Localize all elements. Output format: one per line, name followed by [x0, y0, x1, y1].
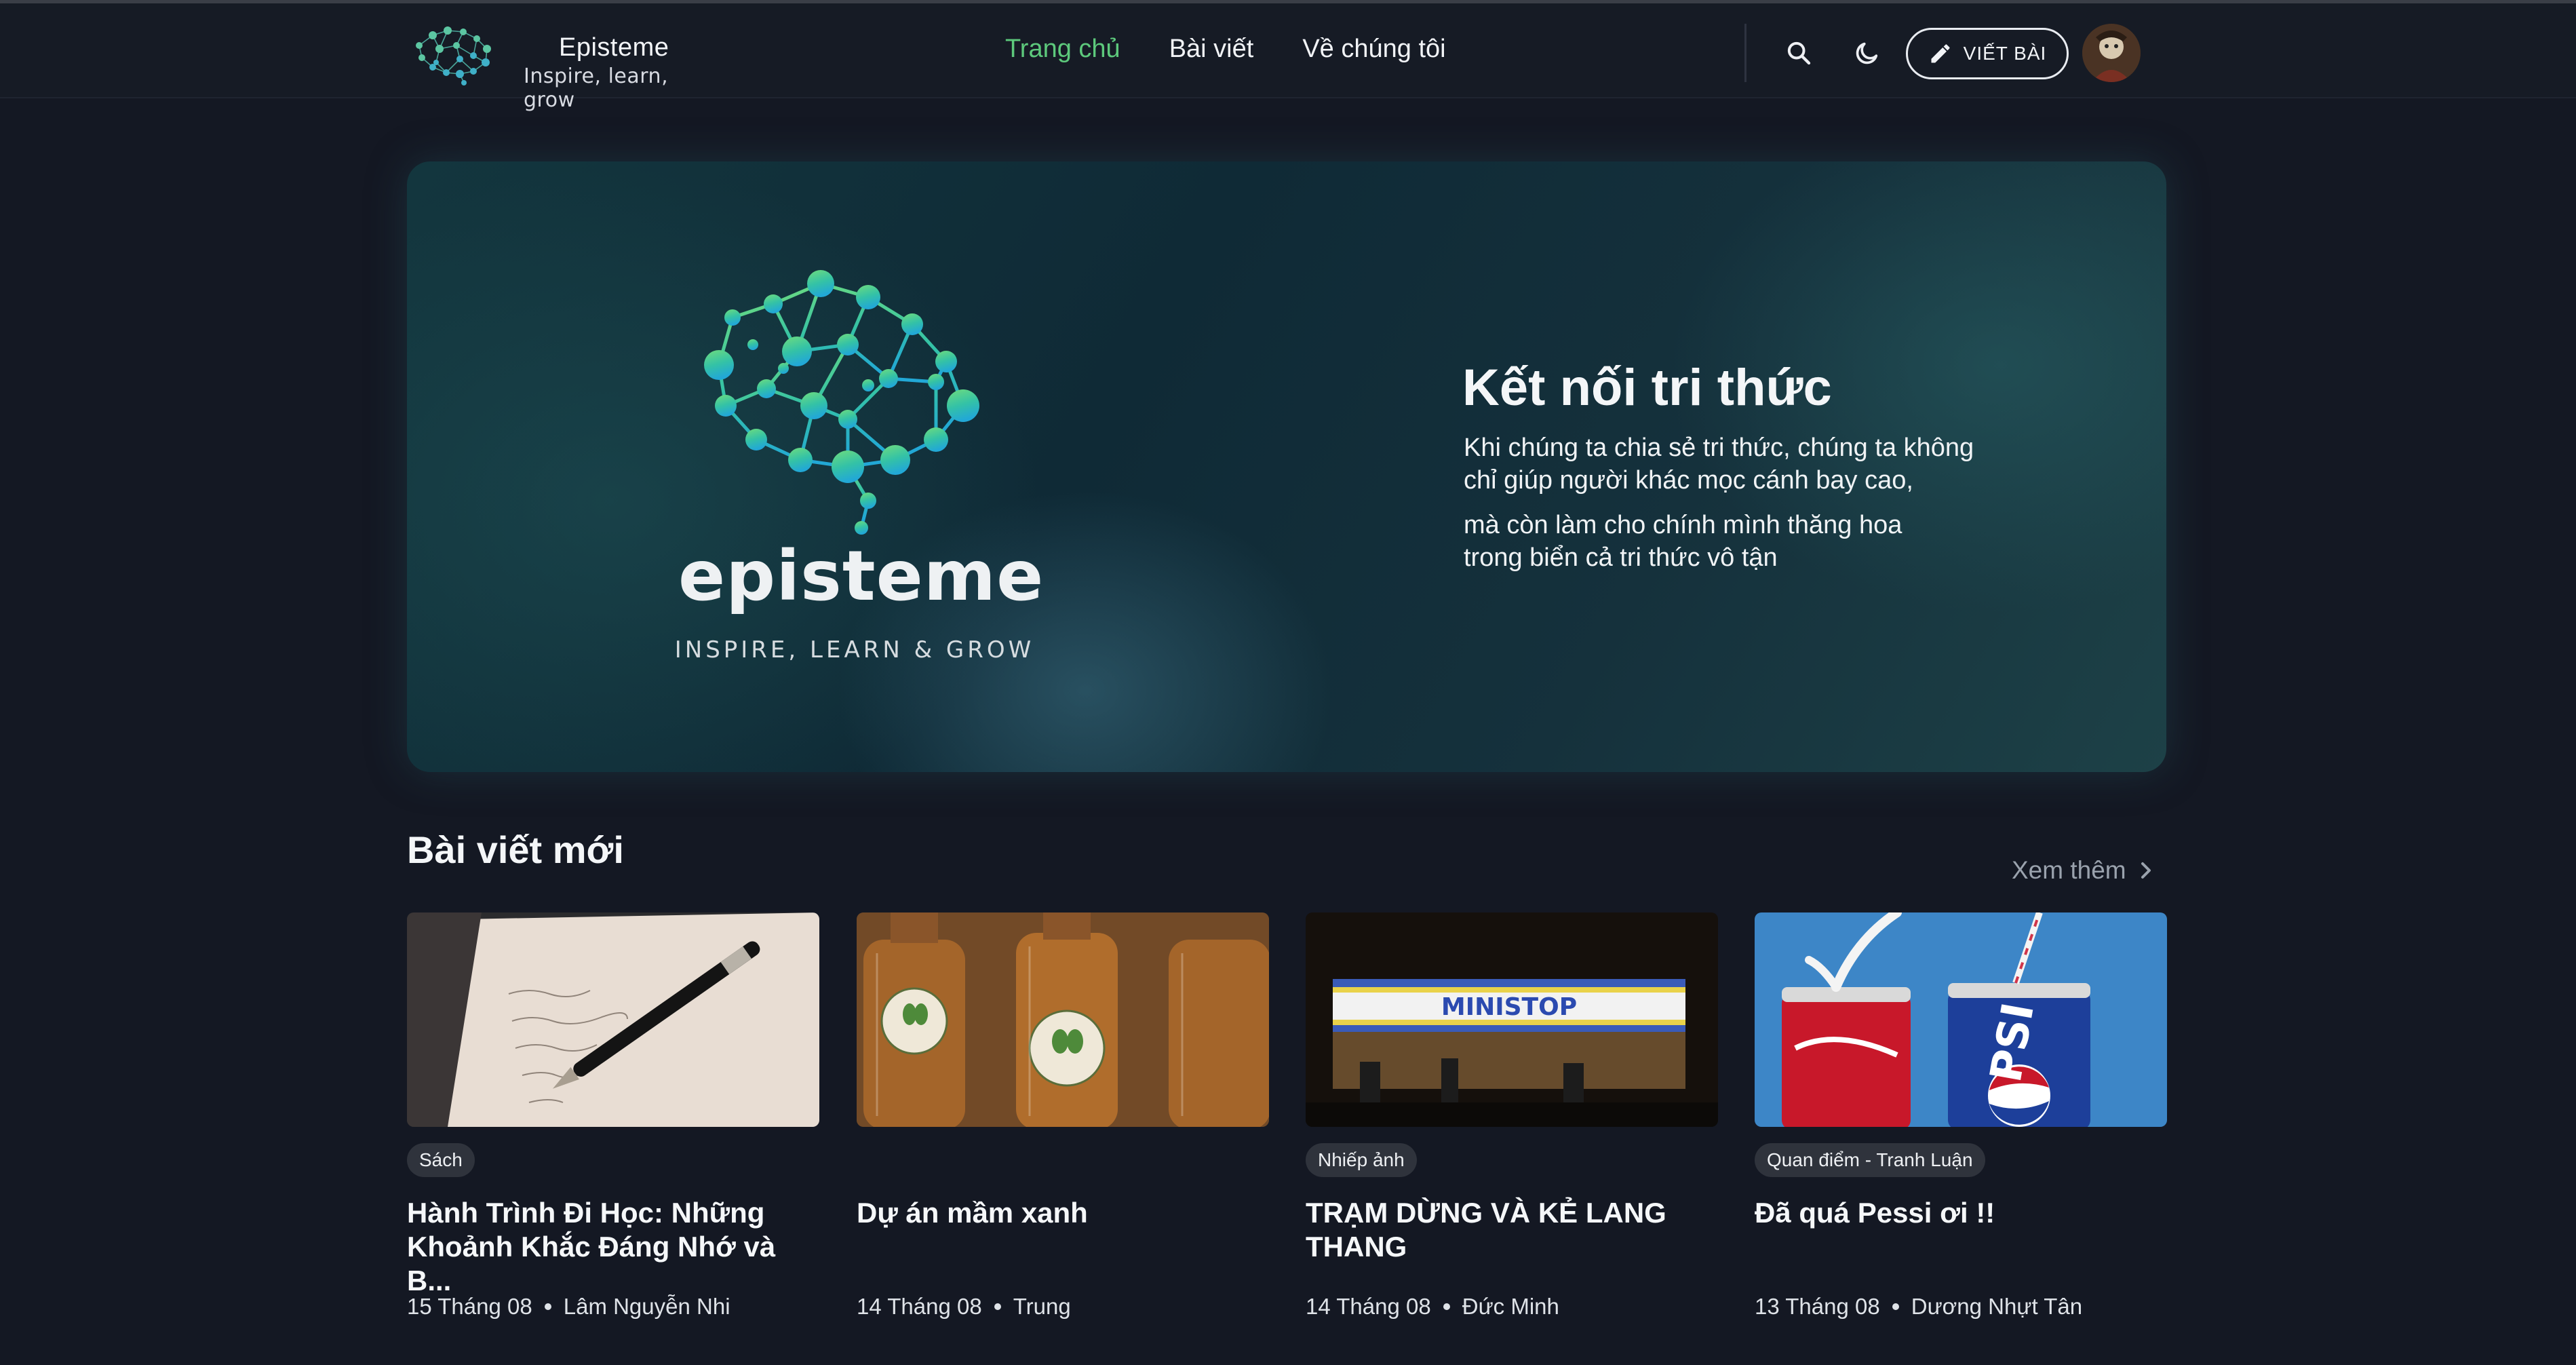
separator-dot: [994, 1303, 1001, 1310]
brand-tagline: Inspire, learn, grow: [524, 64, 669, 112]
hero-p2-line1: mà còn làm cho chính mình thăng hoa: [1464, 511, 1902, 539]
hero-p1-line1: Khi chúng ta chia sẻ tri thức, chúng ta …: [1464, 434, 1974, 462]
post-card[interactable]: MINISTOP Nhiếp ảnh TRẠM DỪNG VÀ KẺ LANG …: [1306, 912, 1718, 1333]
separator-dot: [1443, 1303, 1450, 1310]
thumbnail-image-store-front: MINISTOP: [1306, 912, 1718, 1127]
post-thumbnail[interactable]: PSI: [1755, 912, 2167, 1127]
moon-icon: [1856, 42, 1878, 64]
nav-item-home[interactable]: Trang chủ: [1005, 35, 1120, 75]
avatar-image: [2082, 24, 2141, 82]
post-date: 14 Tháng 08: [857, 1294, 982, 1319]
post-meta: 14 Tháng 08 Trung: [857, 1294, 1071, 1320]
site-header: Episteme Inspire, learn, grow Trang chủ …: [0, 3, 2576, 112]
post-card[interactable]: PSI Quan điểm - Tranh Luận Đã quá Pessi …: [1755, 912, 2167, 1333]
post-title[interactable]: Hành Trình Đi Học: Những Khoảnh Khắc Đán…: [407, 1196, 819, 1298]
hero-p1-line2: chỉ giúp người khác mọc cánh bay cao,: [1464, 466, 1913, 495]
post-author[interactable]: Dương Nhựt Tân: [1911, 1294, 2082, 1320]
brain-logo-icon: [416, 26, 491, 85]
post-thumbnail[interactable]: [407, 912, 819, 1127]
write-post-button[interactable]: VIẾT BÀI: [1906, 28, 2069, 79]
header-divider: [1744, 24, 1746, 82]
post-author[interactable]: Trung: [1013, 1294, 1071, 1320]
user-avatar[interactable]: [2082, 24, 2141, 82]
post-date: 13 Tháng 08: [1755, 1294, 1880, 1319]
post-date: 14 Tháng 08: [1306, 1294, 1431, 1319]
thumbnail-image-bottles: [857, 912, 1269, 1127]
post-title[interactable]: TRẠM DỪNG VÀ KẺ LANG THANG: [1306, 1196, 1718, 1264]
post-card[interactable]: Sách Hành Trình Đi Học: Những Khoảnh Khắ…: [407, 912, 819, 1333]
thumbnail-image-pen-letter: [407, 912, 819, 1127]
section-title-latest: Bài viết mới: [407, 828, 624, 871]
nav-item-about[interactable]: Về chúng tôi: [1302, 35, 1445, 75]
brand-name: Episteme: [559, 33, 669, 62]
post-thumbnail[interactable]: [857, 912, 1269, 1127]
chevron-right-icon: [2141, 862, 2151, 879]
search-button[interactable]: [1780, 35, 1817, 71]
main-nav: Trang chủ Bài viết Về chúng tôi: [1005, 35, 1446, 75]
post-title[interactable]: Dự án mầm xanh: [857, 1196, 1269, 1230]
post-author[interactable]: Lâm Nguyễn Nhi: [564, 1294, 730, 1320]
post-card[interactable]: Dự án mầm xanh 14 Tháng 08 Trung: [857, 912, 1269, 1333]
separator-dot: [1892, 1303, 1899, 1310]
category-badge[interactable]: Nhiếp ảnh: [1306, 1143, 1417, 1177]
separator-dot: [544, 1303, 551, 1310]
hero-banner: episteme INSPIRE, LEARN & GROW Kết nối t…: [407, 161, 2166, 772]
post-meta: 13 Tháng 08 Dương Nhựt Tân: [1755, 1294, 2082, 1320]
post-date: 15 Tháng 08: [407, 1294, 532, 1319]
hero-p2-line2: trong biển cả tri thức vô tận: [1464, 543, 1778, 572]
search-icon: [1787, 41, 1811, 65]
see-more-link[interactable]: Xem thêm: [2012, 856, 2153, 885]
post-title[interactable]: Đã quá Pessi ơi !!: [1755, 1196, 2167, 1230]
hero-logo-tagline: INSPIRE, LEARN & GROW: [674, 636, 1035, 664]
theme-toggle-button[interactable]: [1849, 35, 1886, 71]
hero-title: Kết nối tri thức: [1462, 359, 1832, 417]
hero-paragraph-1: Khi chúng ta chia sẻ tri thức, chúng ta …: [1464, 431, 2047, 497]
pencil-icon: [1931, 44, 1950, 63]
post-meta: 15 Tháng 08 Lâm Nguyễn Nhi: [407, 1294, 730, 1320]
write-post-label: VIẾT BÀI: [1963, 43, 2047, 64]
post-meta: 14 Tháng 08 Đức Minh: [1306, 1294, 1559, 1320]
thumbnail-image-soda-cans: PSI: [1755, 912, 2167, 1127]
hero-paragraph-2: mà còn làm cho chính mình thăng hoa tron…: [1464, 509, 2047, 574]
store-sign-text: MINISTOP: [1441, 993, 1577, 1021]
post-author[interactable]: Đức Minh: [1462, 1294, 1559, 1320]
category-badge[interactable]: Quan điểm - Tranh Luận: [1755, 1143, 1985, 1177]
brand-home-link[interactable]: Episteme Inspire, learn, grow: [406, 18, 718, 112]
nav-item-posts[interactable]: Bài viết: [1169, 35, 1254, 75]
see-more-label: Xem thêm: [2012, 856, 2126, 884]
category-badge[interactable]: Sách: [407, 1143, 475, 1177]
post-thumbnail[interactable]: MINISTOP: [1306, 912, 1718, 1127]
hero-wordmark: episteme: [678, 536, 1045, 617]
